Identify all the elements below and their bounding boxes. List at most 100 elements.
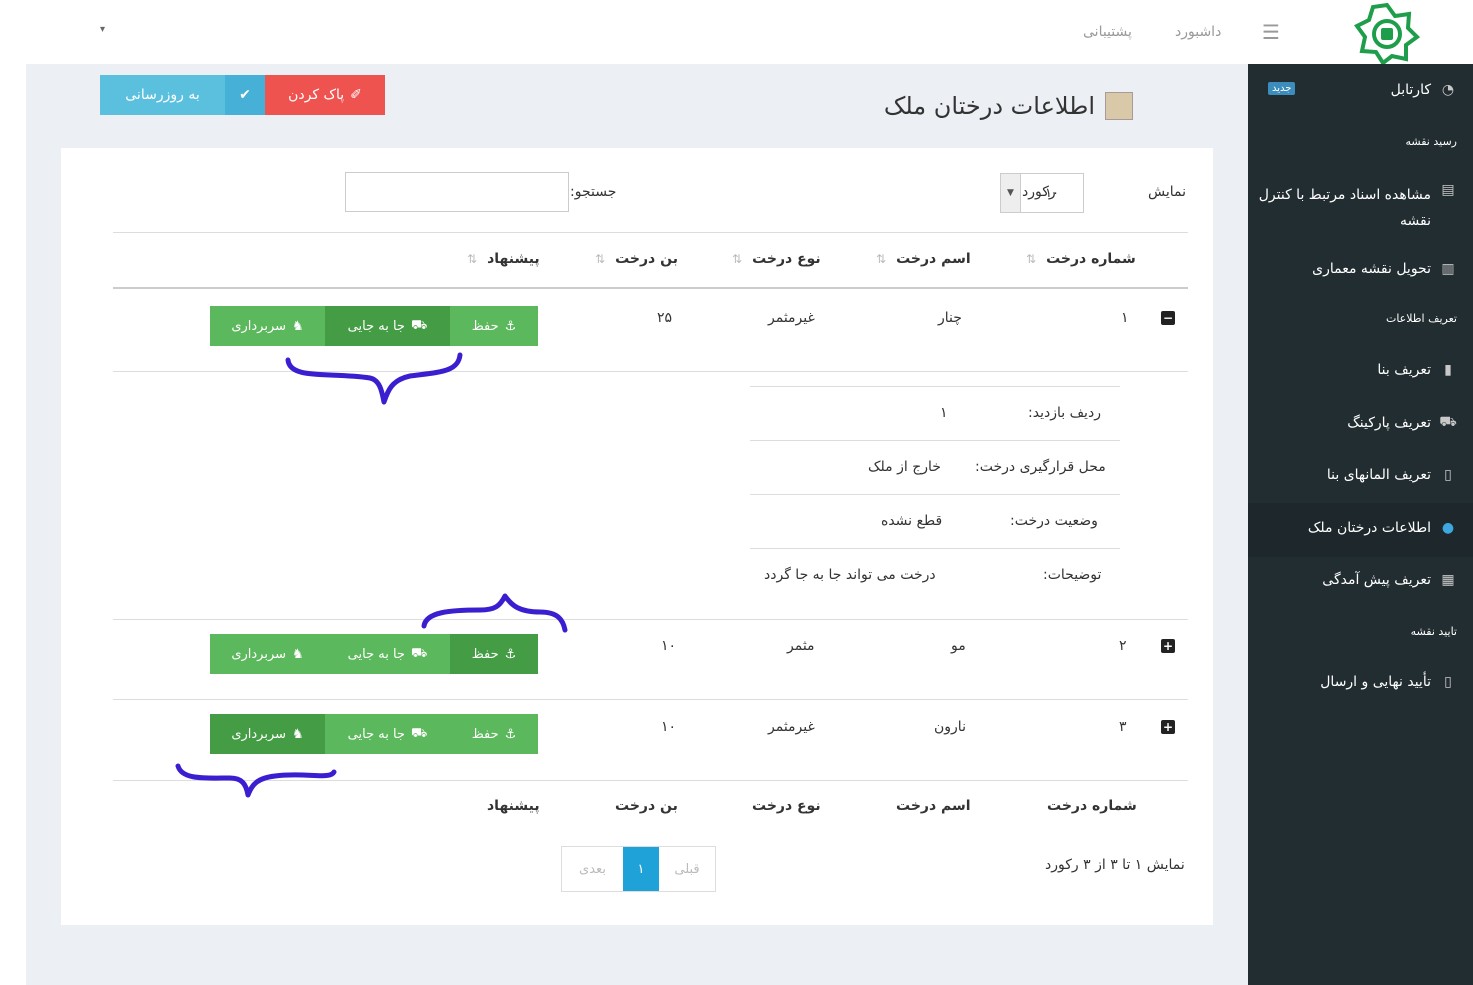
prune-icon: ♞ <box>292 646 304 662</box>
building-icon: ▮ <box>1444 362 1452 378</box>
anchor-icon: ⚓ <box>504 726 517 742</box>
clear-button[interactable]: ✐ پاک کردن <box>265 75 385 115</box>
book-icon: ▥ <box>1441 261 1455 277</box>
next-page-button[interactable]: بعدی <box>562 847 623 891</box>
collapse-row-icon[interactable]: − <box>1161 311 1175 325</box>
row-divider <box>113 371 1188 372</box>
detail-visit-row-value: ۱ <box>940 405 948 421</box>
element-icon: ▯ <box>1444 467 1452 483</box>
current-page-button[interactable]: ۱ <box>623 847 659 891</box>
sidebar-item-building-elements[interactable]: ▯ تعریف المانهای بنا <box>1327 467 1457 483</box>
footer-header-tree-type: نوع درخت <box>752 798 821 814</box>
sidebar-item-view-documents[interactable]: ▤ مشاهده اسناد مرتبط با کنترل نقشه <box>1246 182 1457 234</box>
prune-button-label: سربرداری <box>231 646 287 662</box>
id-card-icon: ▤ <box>1441 182 1455 198</box>
eraser-icon: ✐ <box>350 87 362 103</box>
sidebar-item-tree-info[interactable]: ● اطلاعات درختان ملک <box>1308 520 1457 536</box>
user-menu-caret-icon[interactable]: ▾ <box>100 24 105 35</box>
show-label: نمایش <box>1148 184 1187 200</box>
page-title-text: اطلاعات درختان ملک <box>883 92 1095 120</box>
sidebar-item-define-building[interactable]: ▮ تعریف بنا <box>1377 362 1457 378</box>
detail-location-value: خارج از ملک <box>868 459 941 475</box>
cell-trunk: ۱۰ <box>661 719 677 735</box>
expand-row-icon[interactable]: + <box>1161 639 1175 653</box>
tree-icon: ● <box>1441 520 1455 536</box>
cell-tree-type: غیرمثمر <box>768 310 815 326</box>
column-header-trunk[interactable]: بن درخت ⇅ <box>595 251 678 267</box>
column-header-tree-number[interactable]: شماره درخت ⇅ <box>1026 251 1136 267</box>
prune-button[interactable]: ♞ سربرداری <box>210 306 325 346</box>
detail-location-label: محل قرارگیری درخت: <box>975 459 1106 475</box>
sort-icon: ⇅ <box>595 252 606 266</box>
clear-button-label: پاک کردن <box>288 87 345 103</box>
column-header-suggestion[interactable]: پیشنهاد ⇅ <box>467 251 540 267</box>
table-top-border <box>113 232 1188 233</box>
sort-icon: ⇅ <box>467 252 478 266</box>
column-header-tree-name[interactable]: اسم درخت ⇅ <box>876 251 971 267</box>
relocate-button-label: جا به جایی <box>347 726 405 742</box>
expand-row-icon[interactable]: + <box>1161 720 1175 734</box>
projection-icon: ▦ <box>1441 572 1455 588</box>
column-header-label: اسم درخت <box>896 251 971 267</box>
detail-visit-row-label: ردیف بازدید: <box>1028 405 1101 421</box>
records-label: رکورد <box>1022 184 1056 200</box>
cell-trunk: ۲۵ <box>657 310 673 326</box>
municipality-logo <box>1354 2 1420 64</box>
pagination: بعدی ۱ قبلی <box>561 846 716 892</box>
cell-tree-number: ۳ <box>1119 719 1127 735</box>
header-button-group: به روزرسانی ✔ ✐ پاک کردن <box>100 75 385 115</box>
nav-dashboard[interactable]: داشبورد <box>1175 24 1221 40</box>
detail-notes-label: توضیحات: <box>1043 567 1102 583</box>
table-info: نمایش ۱ تا ۳ از ۳ رکورد <box>1045 857 1185 873</box>
chevron-down-icon: ▼ <box>1001 174 1021 212</box>
relocate-button[interactable]: ⛟ جا به جایی <box>325 634 450 674</box>
column-header-label: نوع درخت <box>752 251 821 267</box>
row-action-group: ♞ سربرداری ⛟ جا به جایی ⚓ حفظ <box>210 634 538 674</box>
sidebar-item-label: مشاهده اسناد مرتبط با کنترل نقشه <box>1258 187 1431 229</box>
prune-button-label: سربرداری <box>231 318 287 334</box>
gauge-icon: ◔ <box>1441 82 1455 98</box>
cell-tree-number: ۲ <box>1119 638 1127 654</box>
keep-button[interactable]: ⚓ حفظ <box>450 306 538 346</box>
sidebar-item-cartable[interactable]: ◔ کارتابل <box>1391 82 1457 98</box>
cell-tree-name: نارون <box>934 719 966 735</box>
sidebar-item-architecture-delivery[interactable]: ▥ تحویل نقشه معماری <box>1312 261 1457 277</box>
prune-button[interactable]: ♞ سربرداری <box>210 714 325 754</box>
menu-toggle-icon[interactable]: ☰ <box>1258 20 1284 44</box>
row-action-group: ♞ سربرداری ⛟ جا به جایی ⚓ حفظ <box>210 714 538 754</box>
detail-divider <box>750 386 1120 387</box>
update-button[interactable]: به روزرسانی <box>100 75 225 115</box>
search-input[interactable] <box>345 172 569 212</box>
sidebar-item-final-approval[interactable]: ▯ تأیید نهایی و ارسال <box>1320 674 1457 690</box>
anchor-icon: ⚓ <box>504 646 517 662</box>
sidebar-header-map-approval: تایید نقشه <box>1410 625 1457 638</box>
check-button[interactable]: ✔ <box>225 75 265 115</box>
keep-button[interactable]: ⚓ حفظ <box>450 634 538 674</box>
update-button-label: به روزرسانی <box>125 87 200 103</box>
relocate-button[interactable]: ⛟ جا به جایی <box>325 306 450 346</box>
keep-button-label: حفظ <box>471 318 499 334</box>
sidebar-item-define-parking[interactable]: ⛟ تعریف پارکینگ <box>1347 414 1457 432</box>
detail-status-label: وضعیت درخت: <box>1010 513 1098 529</box>
sidebar-item-projection[interactable]: ▦ تعریف پیش آمدگی <box>1322 572 1457 588</box>
cell-tree-number: ۱ <box>1121 310 1129 326</box>
sort-icon: ⇅ <box>732 252 743 266</box>
prune-button[interactable]: ♞ سربرداری <box>210 634 325 674</box>
car-icon: ⛟ <box>1439 414 1457 430</box>
sidebar-item-label: تعریف پارکینگ <box>1347 415 1431 431</box>
row-divider <box>113 619 1188 620</box>
relocate-button[interactable]: ⛟ جا به جایی <box>325 714 450 754</box>
sidebar-item-label: تعریف بنا <box>1377 362 1431 378</box>
box-header: اطلاعات درختان ملک به روزرسانی ✔ ✐ پاک ک… <box>61 72 1213 148</box>
page-title: اطلاعات درختان ملک <box>884 92 1133 120</box>
nav-support[interactable]: پشتیبانی <box>1083 24 1132 40</box>
top-navbar: ☰ داشبورد پشتیبانی ▾ <box>0 0 1473 64</box>
anchor-icon: ⚓ <box>504 318 517 334</box>
sidebar: ◔ کارتابل جدید رسید نقشه ▤ مشاهده اسناد … <box>1248 64 1473 985</box>
row-divider <box>113 699 1188 700</box>
table-header-border <box>113 287 1188 289</box>
column-header-label: پیشنهاد <box>487 251 540 267</box>
previous-page-button[interactable]: قبلی <box>659 847 715 891</box>
keep-button[interactable]: ⚓ حفظ <box>450 714 538 754</box>
column-header-tree-type[interactable]: نوع درخت ⇅ <box>732 251 821 267</box>
